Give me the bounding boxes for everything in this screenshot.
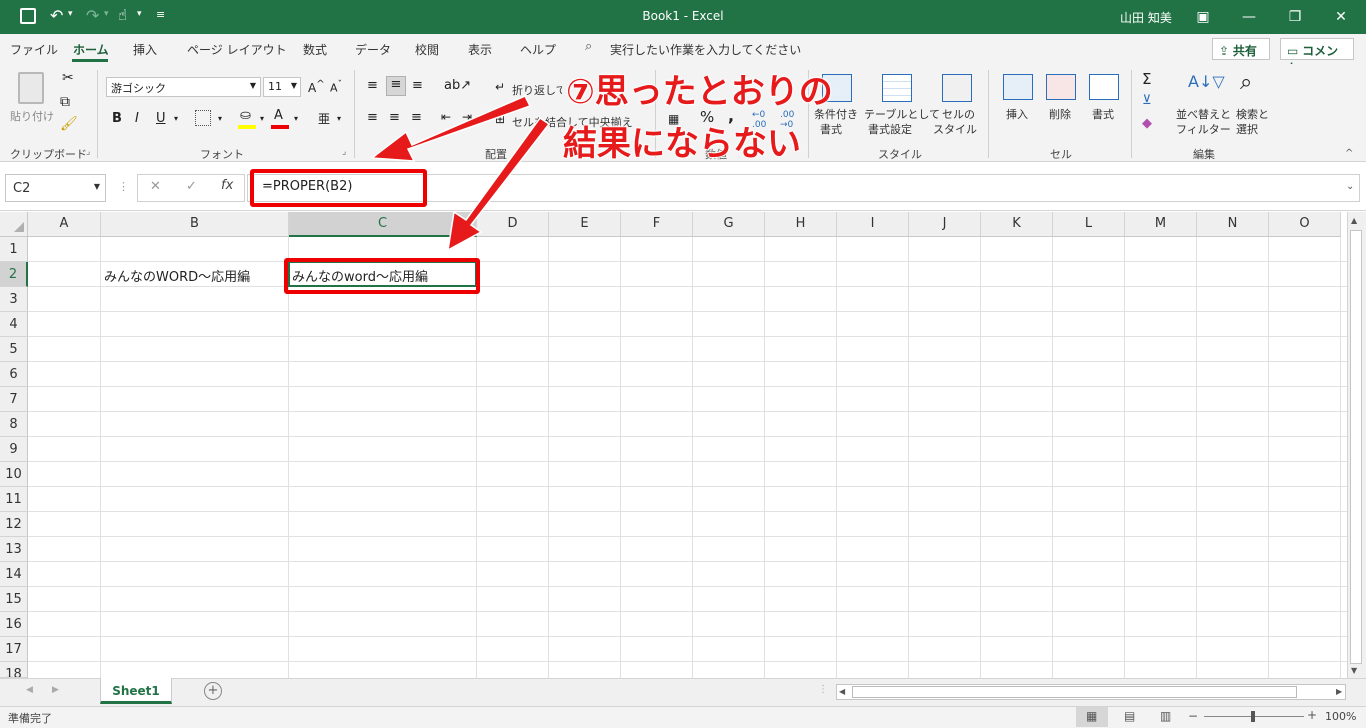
arrow-to-result: [447, 116, 551, 252]
annotation-line-1: ⑦思ったとおりの: [565, 71, 833, 113]
arrow-to-formula: [369, 95, 532, 162]
annotation-line-2: 結果にならない: [562, 123, 802, 165]
